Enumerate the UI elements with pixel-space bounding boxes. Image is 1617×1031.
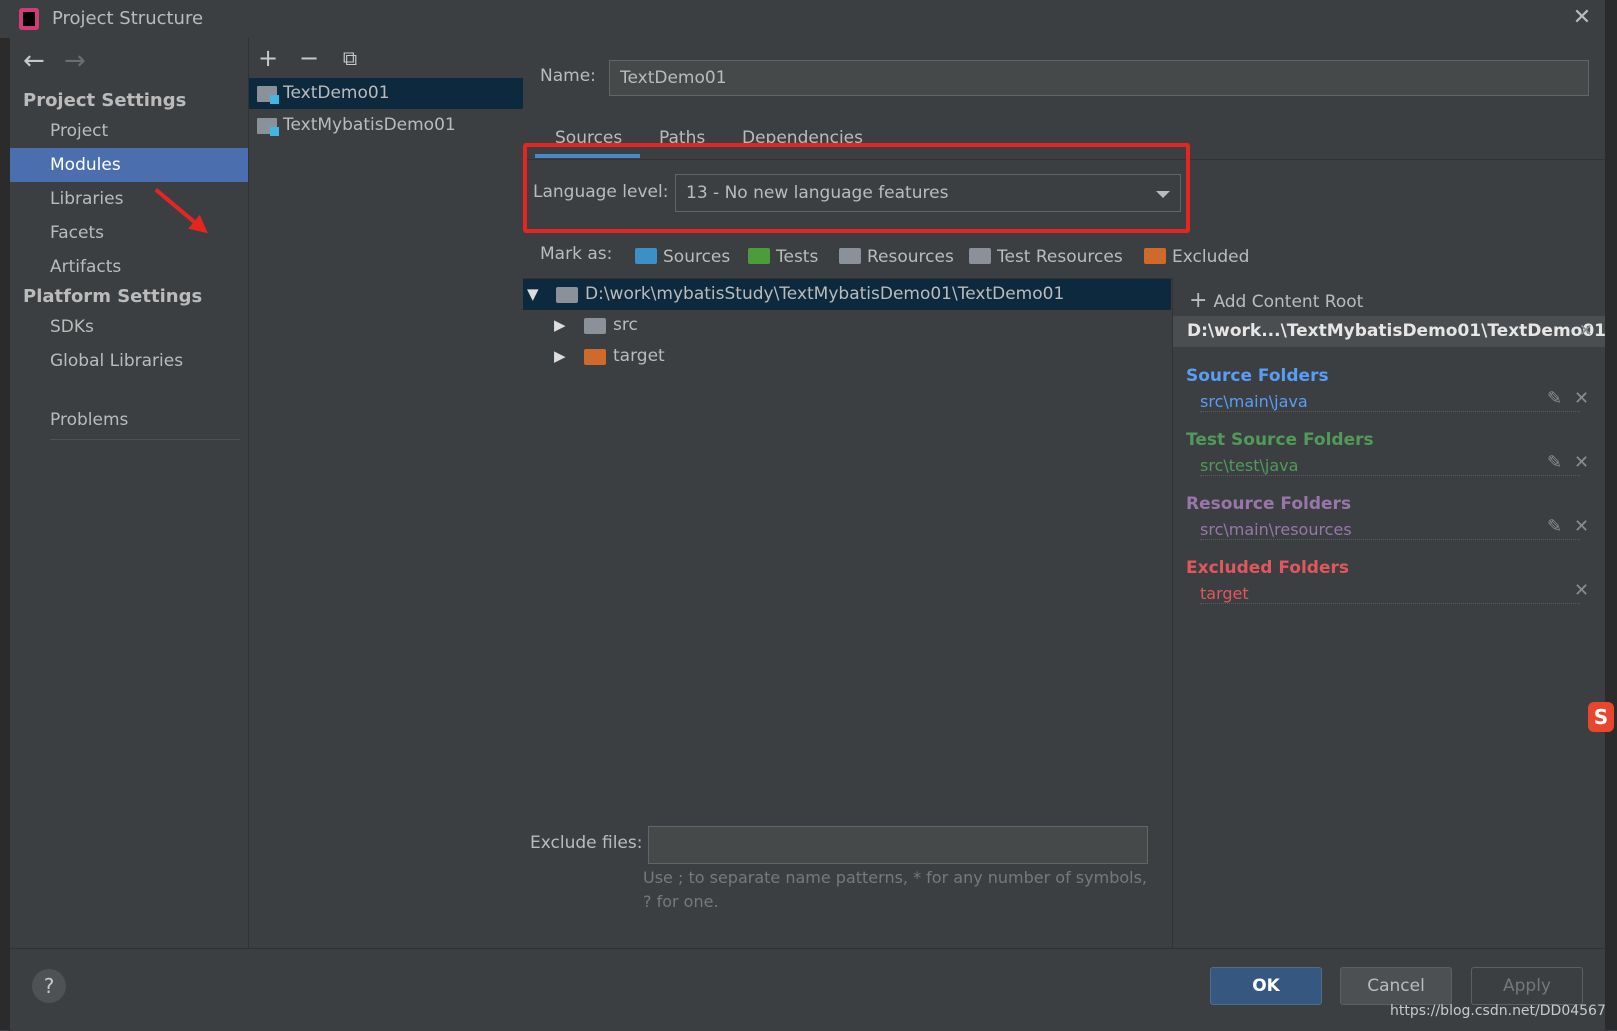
ok-button[interactable]: OK <box>1210 967 1322 1005</box>
sidebar-item-project[interactable]: Project <box>10 114 248 148</box>
exclude-files-hint: Use ; to separate name patterns, * for a… <box>643 868 1147 911</box>
excluded-folder-icon <box>1144 248 1166 264</box>
remove-root-close-icon[interactable]: ✕ <box>1579 316 1593 347</box>
dialog-footer: ? OK Cancel Apply <box>10 948 1605 1031</box>
back-arrow-icon[interactable]: ← <box>23 48 45 74</box>
mark-as-label: Mark as: <box>540 244 613 264</box>
content-root-path: D:\work...\TextMybatisDemo01\TextDemo01 <box>1187 321 1606 341</box>
tree-node-target[interactable]: ▶ target <box>523 341 1171 372</box>
sidebar-divider <box>50 439 240 440</box>
sidebar-item-global-libraries[interactable]: Global Libraries <box>10 344 248 378</box>
remove-close-icon[interactable]: ✕ <box>1574 516 1589 537</box>
edit-pencil-icon[interactable]: ✎ <box>1547 452 1562 473</box>
add-module-icon[interactable]: + <box>254 44 282 72</box>
mark-as-test-resources-label: Test Resources <box>997 247 1123 267</box>
module-item-textmybatisdemo01[interactable]: TextMybatisDemo01 <box>249 110 523 141</box>
resources-folder-icon <box>839 248 861 264</box>
source-folder-path: src\main\java <box>1200 392 1580 412</box>
tree-node-label: src <box>613 315 638 335</box>
content-root-header: D:\work...\TextMybatisDemo01\TextDemo01 … <box>1173 316 1606 347</box>
add-content-root-button[interactable]: + Add Content Root <box>1189 288 1363 313</box>
sidebar-item-artifacts[interactable]: Artifacts <box>10 250 248 284</box>
mark-as-tests-label: Tests <box>776 247 819 267</box>
name-label: Name: <box>540 66 596 86</box>
test-resources-folder-icon <box>969 248 991 264</box>
mark-as-sources-label: Sources <box>663 247 731 267</box>
edit-pencil-icon[interactable]: ✎ <box>1547 516 1562 537</box>
ime-badge-icon[interactable]: S <box>1588 702 1614 732</box>
excluded-folder-path: target <box>1200 584 1580 604</box>
sources-folder-icon <box>635 248 657 264</box>
collapsed-triangle-icon: ▶ <box>554 316 566 334</box>
annotation-highlight-box <box>523 143 1190 233</box>
tree-node-src[interactable]: ▶ src <box>523 310 1171 341</box>
resource-folders-title: Resource Folders <box>1186 494 1352 514</box>
module-name-input[interactable]: TextDemo01 <box>609 60 1589 96</box>
apply-button[interactable]: Apply <box>1471 967 1583 1005</box>
add-content-root-label: Add Content Root <box>1213 292 1364 312</box>
intellij-app-icon <box>19 8 39 30</box>
test-source-folders-title: Test Source Folders <box>1186 430 1374 450</box>
collapsed-triangle-icon: ▶ <box>554 347 566 365</box>
tree-node-root[interactable]: ▼ D:\work\mybatisStudy\TextMybatisDemo01… <box>523 279 1171 310</box>
folder-icon <box>584 318 606 334</box>
remove-close-icon[interactable]: ✕ <box>1574 452 1589 473</box>
module-icon <box>257 118 279 136</box>
mark-as-tests-button[interactable]: Tests <box>748 247 818 267</box>
tree-node-label: target <box>613 346 665 366</box>
project-settings-heading: Project Settings <box>23 90 187 111</box>
platform-settings-heading: Platform Settings <box>23 286 203 307</box>
forward-arrow-icon[interactable]: → <box>64 48 86 74</box>
module-name: TextMybatisDemo01 <box>283 115 456 135</box>
remove-module-icon[interactable]: − <box>295 44 323 72</box>
excluded-folders-title: Excluded Folders <box>1186 558 1350 578</box>
mark-as-excluded-label: Excluded <box>1172 247 1250 267</box>
plus-icon: + <box>1189 288 1208 313</box>
module-name: TextDemo01 <box>283 83 390 103</box>
help-icon[interactable]: ? <box>32 969 66 1003</box>
settings-sidebar: ← → Project Settings Project Modules Lib… <box>10 38 248 948</box>
module-item-textdemo01[interactable]: TextDemo01 <box>249 78 523 109</box>
resource-folder-path: src\main\resources <box>1200 520 1580 540</box>
copy-module-icon[interactable]: ⧉ <box>336 44 364 72</box>
tests-folder-icon <box>748 248 770 264</box>
remove-close-icon[interactable]: ✕ <box>1574 580 1589 601</box>
test-source-folder-path: src\test\java <box>1200 456 1580 476</box>
sidebar-item-problems[interactable]: Problems <box>10 403 248 437</box>
background-window-edge <box>0 38 10 1030</box>
module-details-panel: Name: TextDemo01 Sources Paths Dependenc… <box>523 38 1606 948</box>
cancel-button[interactable]: Cancel <box>1340 967 1452 1005</box>
expanded-triangle-icon: ▼ <box>527 285 539 303</box>
close-icon[interactable]: ✕ <box>1568 4 1596 32</box>
title-bar: Project Structure ✕ <box>0 0 1617 38</box>
module-icon <box>257 86 279 104</box>
excluded-folder-icon <box>584 349 606 365</box>
tree-node-label: D:\work\mybatisStudy\TextMybatisDemo01\T… <box>585 284 1065 304</box>
sidebar-item-sdks[interactable]: SDKs <box>10 310 248 344</box>
remove-close-icon[interactable]: ✕ <box>1574 388 1589 409</box>
sidebar-item-libraries[interactable]: Libraries <box>10 182 248 216</box>
source-folders-title: Source Folders <box>1186 366 1329 386</box>
mark-as-test-resources-button[interactable]: Test Resources <box>969 247 1123 267</box>
sidebar-item-facets[interactable]: Facets <box>10 216 248 250</box>
content-roots-panel: + Add Content Root D:\work...\TextMybatis… <box>1173 278 1606 948</box>
window-title: Project Structure <box>52 8 204 29</box>
folder-icon <box>556 287 578 303</box>
module-list-panel: + − ⧉ TextDemo01 TextMybatisDemo01 <box>248 38 524 948</box>
exclude-files-label: Exclude files: <box>530 833 643 853</box>
sidebar-item-modules[interactable]: Modules <box>10 148 248 182</box>
mark-as-excluded-button[interactable]: Excluded <box>1144 247 1249 267</box>
watermark-url: https://blog.csdn.net/DD04567 <box>1390 1003 1606 1019</box>
mark-as-resources-button[interactable]: Resources <box>839 247 954 267</box>
mark-as-sources-button[interactable]: Sources <box>635 247 730 267</box>
background-window-edge-right <box>1605 0 1617 1030</box>
exclude-files-input[interactable] <box>648 826 1148 864</box>
edit-pencil-icon[interactable]: ✎ <box>1547 388 1562 409</box>
mark-as-resources-label: Resources <box>867 247 954 267</box>
